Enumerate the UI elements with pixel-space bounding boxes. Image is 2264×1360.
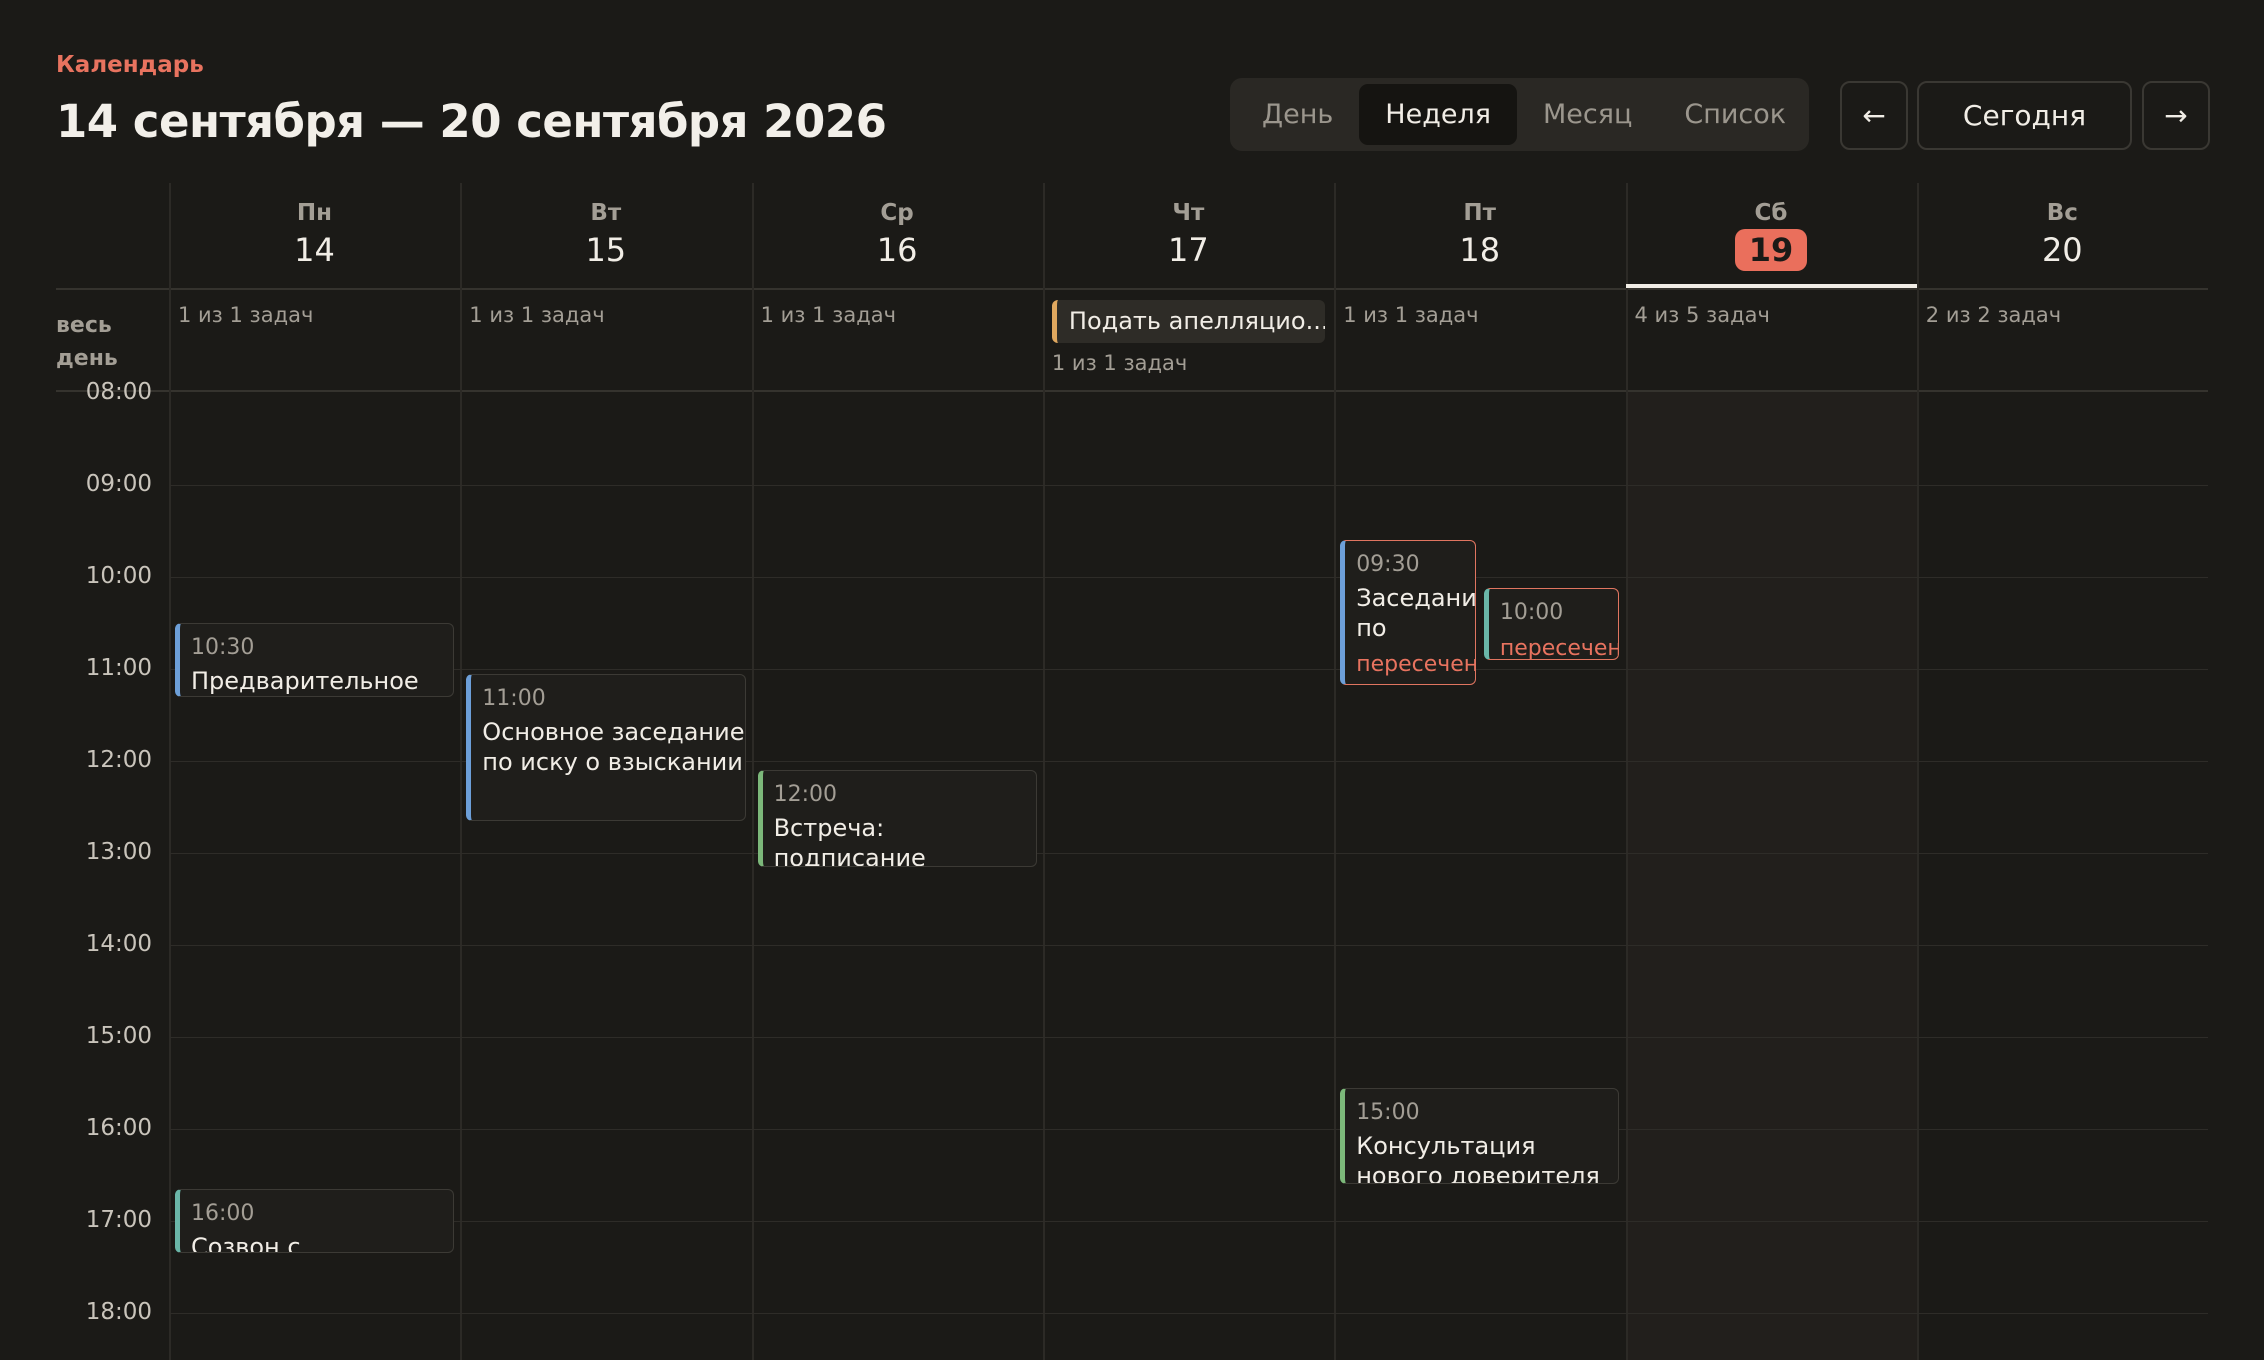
hour-label: 17:00 [85,1207,152,1233]
day-column-divider [1916,183,1919,1360]
view-switcher: День Неделя Месяц Список [1230,78,1809,151]
task-count[interactable]: 4 из 5 задач [1635,303,1770,327]
task-count[interactable]: 1 из 1 задач [469,303,604,327]
today-button[interactable]: Сегодня [1917,81,2132,150]
day-number: 18 [1459,231,1501,269]
hour-label: 14:00 [85,931,152,957]
event-card[interactable]: 11:00 Основное заседание по иску о взыска… [466,673,746,821]
week-grid: весь день Пн 14 1 из 1 задач Вт 15 1 из 1 зад… [56,183,2208,1360]
day-column-divider [169,183,171,1360]
conflict-warning: пересечение [1499,636,1619,660]
hour-gridline [170,1221,2208,1222]
day-column-divider [460,183,463,1360]
day-number: 19 [1626,229,1917,271]
hour-gridline [170,945,2208,946]
hour-label: 10:00 [85,563,152,589]
day-header[interactable]: Вс 20 [1917,183,2208,288]
day-of-week: Пн [296,200,333,226]
day-of-week: Пт [1463,200,1496,226]
task-count[interactable]: 1 из 1 задач [761,303,896,327]
event-time: 10:00 [1499,600,1564,626]
day-column-divider [1042,183,1045,1360]
day-column-divider [1334,183,1337,1360]
arrow-left-icon: ← [1862,99,1886,132]
day-header[interactable]: Пн 14 [169,183,460,288]
hour-gridline [170,577,2208,578]
event-card[interactable]: 12:00 Встреча: подписание [757,770,1037,867]
day-number: 16 [876,231,918,269]
day-number: 17 [1168,231,1209,269]
day-number: 15 [585,231,627,269]
day-of-week: Сб [1754,200,1788,226]
event-title: Заседание по [1356,584,1476,643]
hour-gridline [170,669,2208,670]
event-title: Основное заседание по иску о взыскании [482,717,745,776]
header-divider [56,288,2208,290]
today-badge: 19 [1734,229,1808,271]
event-time: 16:00 [191,1200,255,1226]
hour-gridline [170,1313,2208,1314]
hour-gridline [170,853,2208,854]
event-title: Созвон с [191,1232,301,1254]
today-column-highlight [1625,391,1917,1360]
task-count[interactable]: 1 из 1 задач [1343,303,1478,327]
event-card[interactable]: 15:00 Консультация нового доверителя [1340,1087,1620,1185]
hour-label: 13:00 [85,839,152,865]
hour-label: 11:00 [85,655,152,681]
event-card[interactable]: 10:30 Предварительное [175,623,455,697]
hour-label: 12:00 [85,747,152,773]
hour-label: 16:00 [85,1115,152,1141]
event-card[interactable]: 10:00 пересечение [1483,588,1620,660]
conflict-warning: пересечение [1356,652,1475,678]
day-number: 20 [2041,231,2083,269]
hour-label: 15:00 [85,1023,152,1049]
tab-day[interactable]: День [1236,84,1359,145]
event-time: 12:00 [773,782,837,808]
next-week-button[interactable]: → [2142,81,2210,150]
hour-gridline [170,485,2208,486]
tab-list[interactable]: Список [1658,84,1812,145]
hour-gridline [170,1129,2208,1130]
allday-label: весь день [56,313,118,371]
app-label: Календарь [56,52,204,78]
day-header[interactable]: Вт 15 [460,183,751,288]
day-column-divider [751,183,754,1360]
day-header[interactable]: Пт 18 [1334,183,1625,288]
day-of-week: Чт [1172,200,1205,226]
event-time: 11:00 [482,685,546,711]
day-number: 14 [294,231,335,269]
day-of-week: Ср [880,200,914,226]
task-count[interactable]: 2 из 2 задач [1926,303,2061,327]
prev-week-button[interactable]: ← [1840,81,1908,150]
event-title: Встреча: подписание [773,814,926,867]
event-card[interactable]: 16:00 Созвон с [175,1188,455,1254]
day-header[interactable]: Чт 17 [1043,183,1334,288]
hour-label: 09:00 [85,471,152,497]
day-header[interactable]: Ср 16 [752,183,1043,288]
event-card[interactable]: 09:30 Заседание по пересечение [1340,540,1476,685]
event-title: Предварительное [191,667,419,695]
allday-event-chip[interactable]: Подать апелляцио... [1051,300,1326,343]
arrow-right-icon: → [2164,99,2188,132]
day-column-divider [1625,183,1628,1360]
hour-label: 08:00 [85,379,152,405]
event-time: 15:00 [1356,1099,1420,1125]
today-underline [1625,284,1917,288]
event-time: 10:30 [191,635,255,660]
allday-divider [56,390,2208,392]
day-header[interactable]: Сб 19 [1626,183,1917,288]
task-count[interactable]: 1 из 1 задач [1052,351,1187,375]
hour-label: 18:00 [85,1299,152,1325]
event-time: 09:30 [1356,552,1420,578]
page-title: 14 сентября — 20 сентября 2026 [56,95,887,148]
day-of-week: Вс [2046,200,2078,226]
tab-week[interactable]: Неделя [1359,84,1517,145]
day-of-week: Вт [590,200,622,226]
event-title: Консультация нового доверителя [1356,1131,1600,1185]
task-count[interactable]: 1 из 1 задач [178,303,313,327]
tab-month[interactable]: Месяц [1517,84,1658,145]
hour-gridline [170,1037,2208,1038]
